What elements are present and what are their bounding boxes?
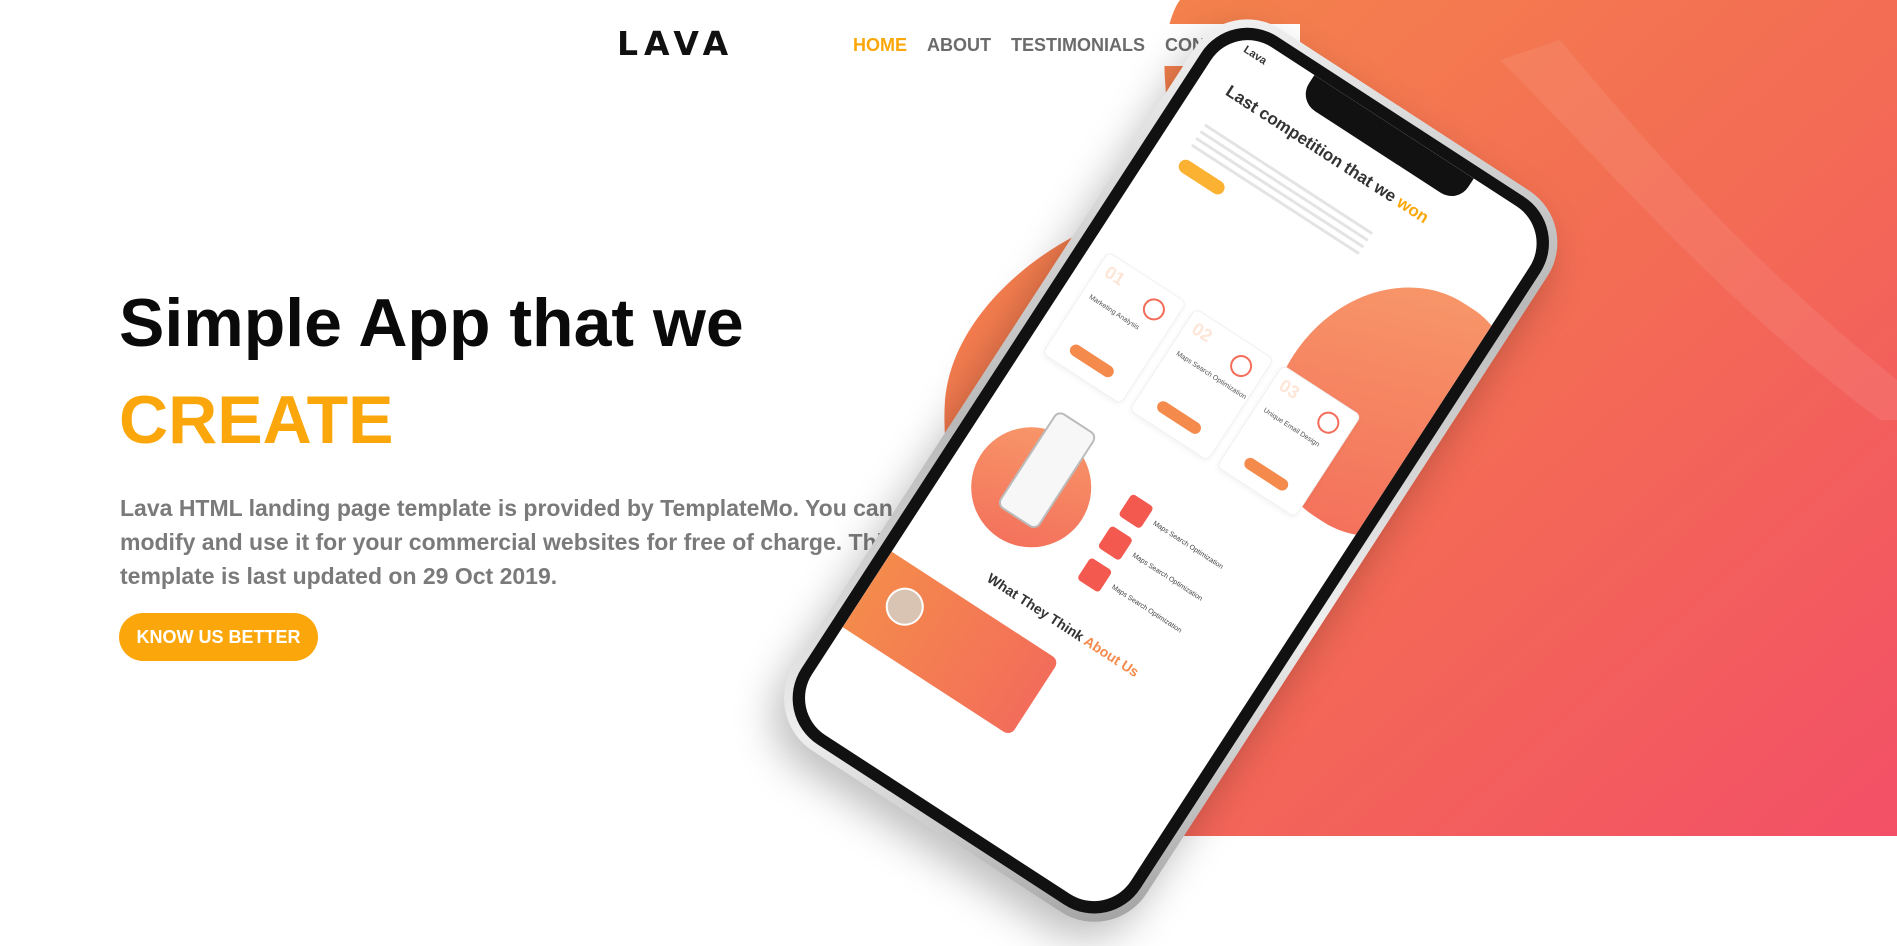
screen-card-button [1242,455,1291,493]
screen-card-number: 01 [1101,261,1129,290]
hero-title: Simple App that we [119,285,744,361]
nav-item-testimonials[interactable]: TESTIMONIALS [1011,35,1145,56]
screen-card-button [1154,398,1204,437]
screen-feature-list: Maps Search Optimization Maps Search Opt… [1070,493,1229,652]
hero-description: Lava HTML landing page template is provi… [120,495,896,589]
feature-icon [1097,525,1134,562]
screen-card-label: Marketing Analysis [1087,293,1141,332]
screen-card-button [1067,342,1117,380]
screen-card-number: 03 [1275,375,1304,403]
rocket-icon [1225,350,1257,382]
hero-title-accent: CREATE [119,382,394,458]
feature-icon [1118,493,1155,530]
chart-icon [1138,294,1170,325]
screen-card-label: Unique Email Design [1261,407,1321,449]
nav-item-about[interactable]: ABOUT [927,35,991,56]
feature-icon [1076,557,1113,593]
site-logo[interactable]: LAVA [617,24,734,63]
screen-card-number: 02 [1188,318,1217,347]
nav-item-home[interactable]: HOME [853,35,907,56]
email-icon [1313,407,1344,438]
screen-headline-accent: won [1393,192,1433,228]
screen-testimonial-band [842,551,1060,737]
screen-brand: Lava [1241,43,1269,68]
screen-section-title-accent: About Us [1081,632,1143,680]
know-us-better-button[interactable]: KNOW US BETTER [119,613,318,661]
